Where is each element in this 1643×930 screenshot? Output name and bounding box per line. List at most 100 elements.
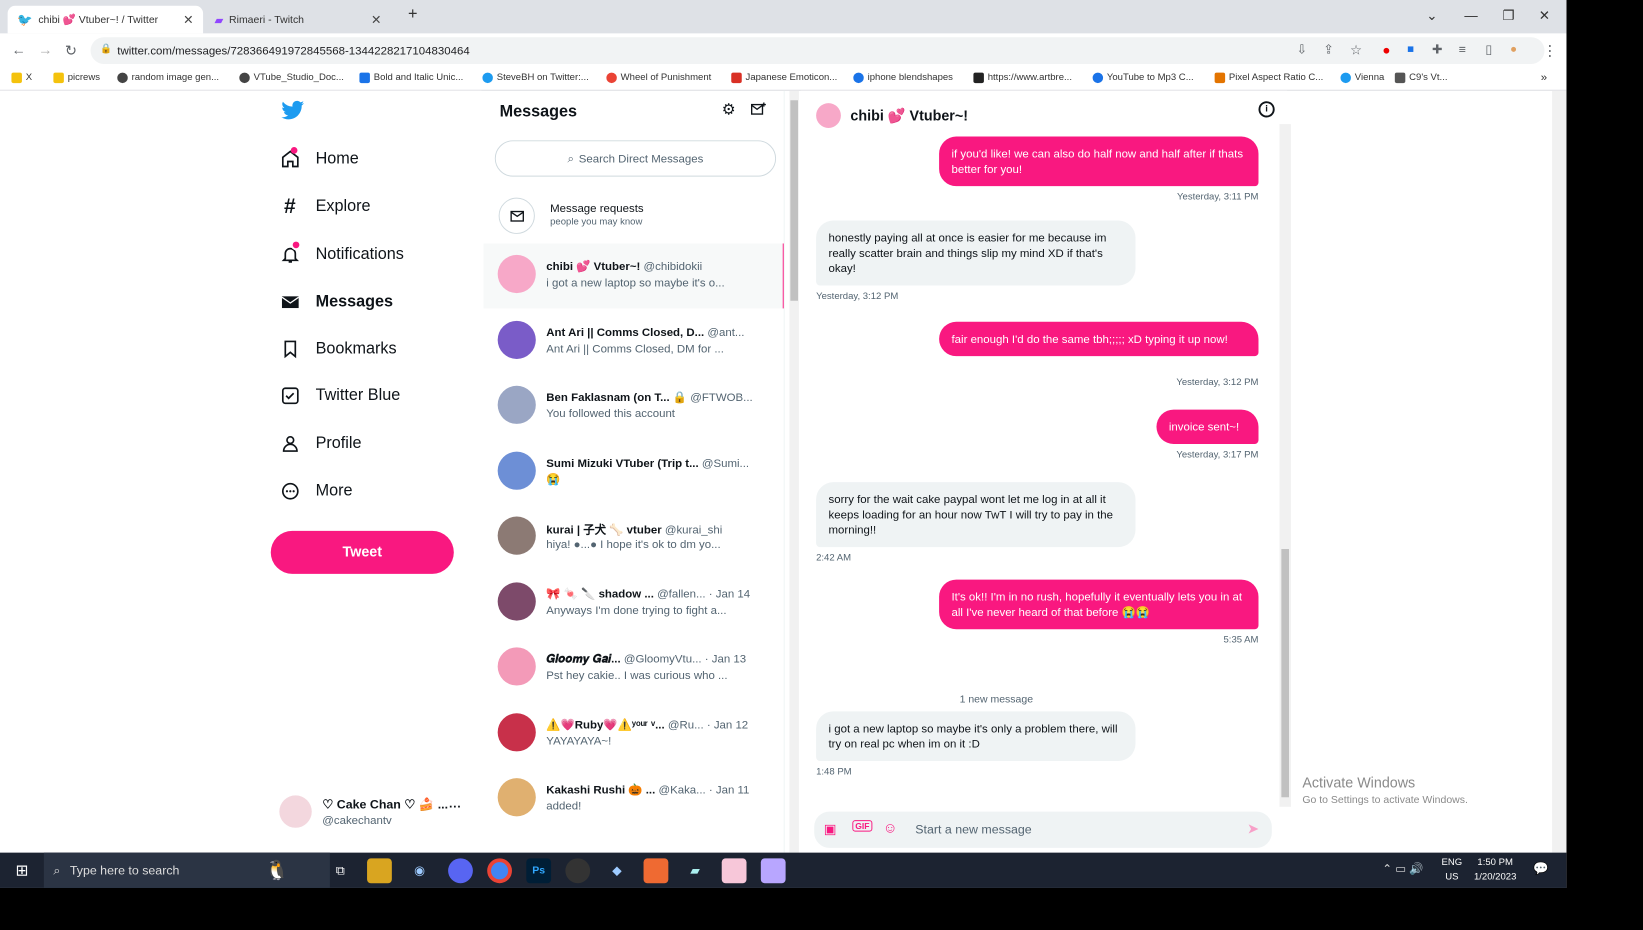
restore-icon[interactable]: ❐ [1503,8,1515,24]
conversation-item[interactable]: Ben Faklasnam (on T... 🔒 @FTWOB... You f… [483,374,783,439]
menu-kebab-icon[interactable]: ⋮ [1543,42,1557,59]
minimize-icon[interactable]: — [1464,8,1477,23]
bookmark[interactable]: random image gen... [117,72,219,84]
close-tab-icon[interactable]: ✕ [183,12,193,27]
app-icon[interactable]: ◆ [604,858,629,883]
reload-icon[interactable]: ↻ [65,42,77,59]
list-scrollbar[interactable] [789,90,799,853]
bookmark[interactable]: SteveBH on Twitter:... [482,72,589,84]
bookmark[interactable]: Wheel of Punishment [606,72,711,84]
conversation-item[interactable]: Sumi Mizuki VTuber (Trip t... @Sumi... 😭 [483,440,783,505]
close-window-icon[interactable]: ✕ [1539,8,1550,24]
tab-twitch[interactable]: ▰ Rimaeri - Twitch ✕ [205,6,391,34]
page-scrollbar[interactable] [1552,90,1567,853]
obs-icon[interactable] [565,858,591,884]
nav-messages[interactable]: Messages [279,291,393,312]
nav-twitter-blue[interactable]: Twitter Blue [279,385,400,406]
emoji-icon[interactable]: ☺ [883,820,898,836]
forward-icon[interactable]: → [38,42,52,58]
app-icon[interactable] [760,858,786,884]
file-explorer-icon[interactable] [367,858,392,884]
chrome-icon[interactable] [487,858,512,884]
bookmark[interactable]: Pixel Aspect Ratio C... [1214,72,1323,84]
sent-message-bubble[interactable]: invoice sent~! [1156,409,1259,444]
bookmark[interactable]: picrews [53,72,100,84]
task-view-icon[interactable]: ⧉ [328,858,353,883]
sent-message-bubble[interactable]: It's ok!! I'm in no rush, hopefully it e… [939,579,1259,630]
bookmark[interactable]: X [11,72,32,84]
scrollbar-thumb[interactable] [1281,549,1289,798]
steam-icon[interactable]: ◉ [407,858,432,883]
chat-scrollbar[interactable] [1279,124,1291,807]
more-icon[interactable]: ··· [449,799,461,813]
sent-message-bubble[interactable]: if you'd like! we can also do half now a… [939,136,1259,187]
app-icon[interactable] [643,858,669,884]
profile-avatar-icon[interactable]: ● [1510,42,1517,55]
clock[interactable]: 1:50 PM 1/20/2023 [1474,856,1516,885]
nav-home[interactable]: Home [279,147,359,169]
conversation-item[interactable]: ⚠️💗Ruby💗⚠️ʸᵒᵘʳ ᵛ... @Ru... · Jan 12 YAYAY… [483,701,783,766]
nav-bookmarks[interactable]: Bookmarks [279,338,397,359]
bookmark[interactable]: Bold and Italic Unic... [359,72,463,84]
received-message-bubble[interactable]: sorry for the wait cake paypal wont let … [816,482,1136,548]
close-tab-icon[interactable]: ✕ [371,12,381,27]
conversation-item[interactable]: Ant Ari || Comms Closed, D... @ant... An… [483,309,783,374]
language-indicator[interactable]: ENG US [1442,856,1463,885]
photoshop-icon[interactable]: Ps [526,858,552,884]
new-tab-button[interactable]: + [408,5,417,24]
windows-start-icon[interactable]: ⊞ [10,858,35,883]
sidepanel-icon[interactable]: ▯ [1485,42,1492,57]
bookmark[interactable]: https://www.artbre... [973,72,1072,84]
back-icon[interactable]: ← [11,42,25,58]
opera-extension-icon[interactable]: ● [1382,42,1390,57]
tweet-button[interactable]: Tweet [270,530,454,574]
twitter-logo-icon[interactable] [280,98,305,123]
message-input[interactable]: Start a new message [915,822,1031,836]
conversation-item[interactable]: 🎀 🍬 🔪 shadow ... @fallen... · Jan 14 Anyw… [483,570,783,635]
app-icon[interactable] [721,858,747,884]
tray-icons[interactable]: ⌃ ▭ 🔊 [1382,862,1423,875]
nav-notifications[interactable]: Notifications [279,239,404,264]
bookmark[interactable]: iphone blendshapes [853,72,953,84]
settings-icon[interactable]: ⚙ [722,100,736,119]
message-requests[interactable]: Message requests people you may know [483,186,783,243]
info-icon[interactable]: i [1258,101,1275,118]
nav-explore[interactable]: # Explore [279,194,371,218]
app-icon[interactable]: ▰ [683,858,708,883]
conversation-item[interactable]: chibi 💕 Vtuber~! @chibidokii i got a new… [483,243,784,309]
conversation-header-line: 𝑮𝒍𝒐𝒐𝒎𝒚 𝑮𝒂𝒊... @GloomyVtu... · Jan 13 [546,652,775,666]
bookmark[interactable]: VTube_Studio_Doc... [239,72,344,84]
tab-twitter[interactable]: 🐦 chibi 💕 Vtuber~! / Twitter ✕ [7,5,204,34]
image-icon[interactable]: ▣ [824,821,837,837]
share-icon[interactable]: ⇪ [1323,42,1333,57]
bookmark[interactable]: C9's Vt... [1394,72,1448,84]
nav-more[interactable]: More [279,480,353,501]
conversation-item[interactable]: kurai | 子犬 🦴 vtuber @kurai_shi hiya! ●..… [483,505,783,570]
bookmarks-overflow-icon[interactable]: » [1541,71,1547,84]
notifications-icon[interactable]: 💬 [1533,861,1548,876]
account-switcher[interactable]: ♡ Cake Chan ♡ 🍰 ... @cakechantv ··· [279,793,470,831]
conversation-item[interactable]: 𝑮𝒍𝒐𝒐𝒎𝒚 𝑮𝒂𝒊... @GloomyVtu... · Jan 13 Pst … [483,636,783,701]
bookmark[interactable]: YouTube to Mp3 C... [1092,72,1194,84]
star-icon[interactable]: ☆ [1350,42,1362,58]
conversation-item[interactable]: Kakashi Rushi 🎃 ... @Kaka... · Jan 11 add… [483,767,783,832]
gif-icon[interactable]: GIF [852,820,873,832]
puzzle-icon[interactable]: ✚ [1432,42,1442,57]
bookmark[interactable]: Japanese Emoticon... [731,72,837,84]
bookmark[interactable]: Vienna [1340,72,1384,84]
tab-search-icon[interactable]: ⌄ [1426,8,1437,24]
install-icon[interactable]: ⇩ [1297,42,1307,57]
send-icon[interactable]: ➤ [1247,820,1259,837]
discord-icon[interactable] [448,858,473,884]
extension-icon[interactable]: ■ [1407,42,1414,55]
conversation-header[interactable]: chibi 💕 Vtuber~! [816,98,968,132]
scrollbar-thumb[interactable] [790,100,798,301]
taskbar-search[interactable]: ⌕ Type here to search 🐧 [43,852,330,888]
nav-profile[interactable]: Profile [279,433,362,454]
media-icon[interactable]: ≡ [1459,42,1466,56]
received-message-bubble[interactable]: honestly paying all at once is easier fo… [816,220,1136,286]
received-message-bubble[interactable]: i got a new laptop so maybe it's only a … [816,711,1136,761]
sent-message-bubble[interactable]: fair enough I'd do the same tbh;;;;; xD … [939,321,1259,357]
search-input[interactable]: ⌕ Search Direct Messages [494,140,777,177]
new-message-icon[interactable] [750,101,766,122]
